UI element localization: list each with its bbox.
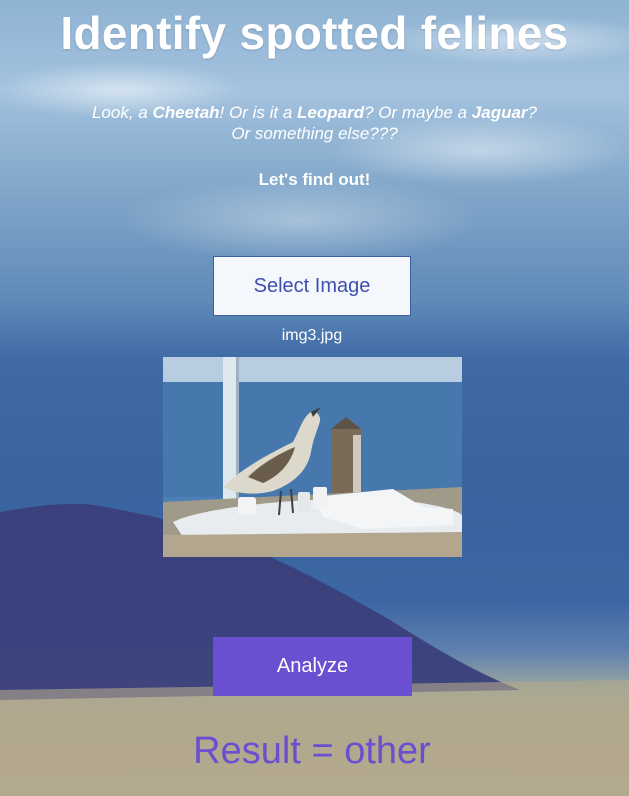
intro-line-1: Look, a Cheetah! Or is it a Leopard? Or … bbox=[0, 102, 629, 123]
select-image-button[interactable]: Select Image bbox=[213, 256, 411, 316]
leopard-text: Leopard bbox=[297, 103, 365, 122]
image-preview bbox=[163, 357, 462, 557]
intro-part-3: ? Or maybe a bbox=[364, 103, 472, 122]
jaguar-text: Jaguar bbox=[471, 103, 528, 122]
seagull-photo bbox=[163, 357, 462, 557]
intro-part-4: ? bbox=[527, 103, 538, 122]
page-title: Identify spotted felines bbox=[60, 7, 569, 59]
intro-part-2: ! Or is it a bbox=[219, 103, 298, 122]
selected-filename: img3.jpg bbox=[281, 327, 343, 344]
intro-text: Look, a Cheetah! Or is it a Leopard? Or … bbox=[0, 102, 629, 144]
intro-line-2: Or something else??? bbox=[231, 124, 398, 143]
intro-part-1: Look, a bbox=[91, 103, 153, 122]
call-to-action: Let's find out! bbox=[258, 170, 371, 189]
cheetah-text: Cheetah bbox=[152, 103, 220, 122]
result-text: Result = other bbox=[193, 730, 431, 772]
analyze-button[interactable]: Analyze bbox=[213, 637, 412, 696]
